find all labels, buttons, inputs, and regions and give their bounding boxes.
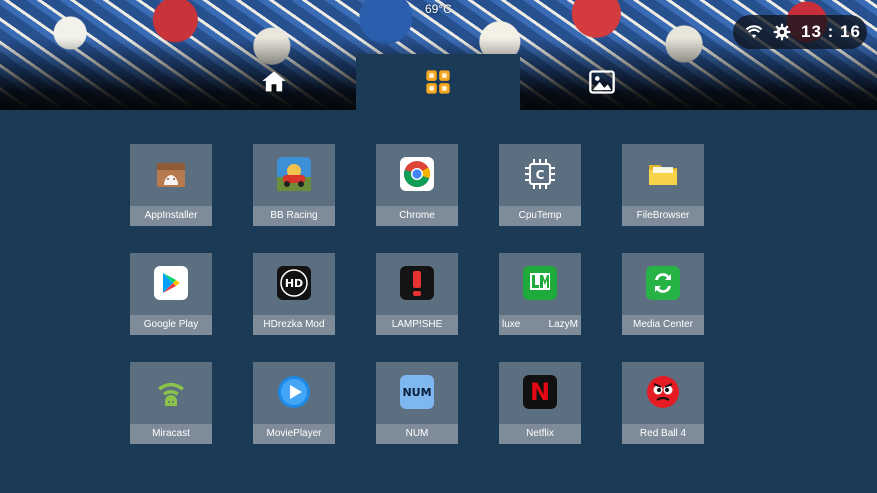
tab-apps[interactable] <box>356 54 520 110</box>
num-icon: NUM <box>400 375 434 409</box>
home-icon <box>262 71 286 92</box>
folder-icon <box>646 157 680 191</box>
lazymedia-icon <box>523 266 557 300</box>
app-tile-appinstaller[interactable]: AppInstaller <box>130 144 212 226</box>
svg-text:HD: HD <box>285 277 303 290</box>
app-tile-lazymedia[interactable]: luxe LazyM <box>499 253 581 335</box>
tab-gallery[interactable] <box>520 54 684 110</box>
netflix-icon: N <box>523 375 557 409</box>
app-tile-lampshe[interactable]: LAMP!SHE <box>376 253 458 335</box>
status-pill: 13 : 16 <box>733 15 867 49</box>
app-label-right: LazyM <box>548 319 578 330</box>
app-label: Chrome <box>376 206 458 226</box>
app-label: Netflix <box>499 424 581 444</box>
app-tile-red-ball-4[interactable]: Red Ball 4 <box>622 362 704 444</box>
temperature-readout: 69°C <box>425 2 452 16</box>
app-tile-miracast[interactable]: Miracast <box>130 362 212 444</box>
app-label: HDrezka Mod <box>253 315 335 335</box>
app-tile-hdrezka-mod[interactable]: HD HDrezka Mod <box>253 253 335 335</box>
app-tile-bb-racing[interactable]: BB Racing <box>253 144 335 226</box>
bb-racing-icon <box>277 157 311 191</box>
apps-grid-icon <box>426 70 450 94</box>
google-play-icon <box>154 266 188 300</box>
app-label: MoviePlayer <box>253 424 335 444</box>
app-label: Google Play <box>130 315 212 335</box>
app-label: CpuTemp <box>499 206 581 226</box>
app-tile-google-play[interactable]: Google Play <box>130 253 212 335</box>
tab-home[interactable] <box>192 54 356 110</box>
app-tile-movieplayer[interactable]: MoviePlayer <box>253 362 335 444</box>
num-icon-text: NUM <box>402 385 432 399</box>
app-label: Miracast <box>130 424 212 444</box>
app-tile-netflix[interactable]: N Netflix <box>499 362 581 444</box>
netflix-icon-text: N <box>529 378 551 406</box>
app-tile-filebrowser[interactable]: FileBrowser <box>622 144 704 226</box>
miracast-icon <box>154 375 188 409</box>
app-label: AppInstaller <box>130 206 212 226</box>
app-installer-icon <box>154 157 188 191</box>
app-label: luxe LazyM <box>499 315 581 335</box>
svg-text:C: C <box>536 168 545 182</box>
chrome-icon <box>400 157 434 191</box>
gear-icon[interactable] <box>773 23 791 41</box>
app-tile-chrome[interactable]: Chrome <box>376 144 458 226</box>
media-center-icon <box>646 266 680 300</box>
app-label: Red Ball 4 <box>622 424 704 444</box>
app-label: BB Racing <box>253 206 335 226</box>
lampshe-icon <box>400 266 434 300</box>
app-label: NUM <box>376 424 458 444</box>
tab-bar <box>0 54 877 110</box>
clock: 13 : 16 <box>801 22 861 41</box>
app-label: LAMP!SHE <box>376 315 458 335</box>
app-tile-cputemp[interactable]: C CpuTemp <box>499 144 581 226</box>
wifi-icon <box>745 25 763 38</box>
gallery-icon <box>589 70 615 94</box>
movie-player-icon <box>277 375 311 409</box>
app-label-left: luxe <box>502 319 521 330</box>
hdrezka-icon: HD <box>277 266 311 300</box>
app-label: FileBrowser <box>622 206 704 226</box>
app-tile-media-center[interactable]: Media Center <box>622 253 704 335</box>
cpu-temp-icon: C <box>523 157 557 191</box>
red-ball-icon <box>646 375 680 409</box>
app-tile-num[interactable]: NUM NUM <box>376 362 458 444</box>
app-label: Media Center <box>622 315 704 335</box>
